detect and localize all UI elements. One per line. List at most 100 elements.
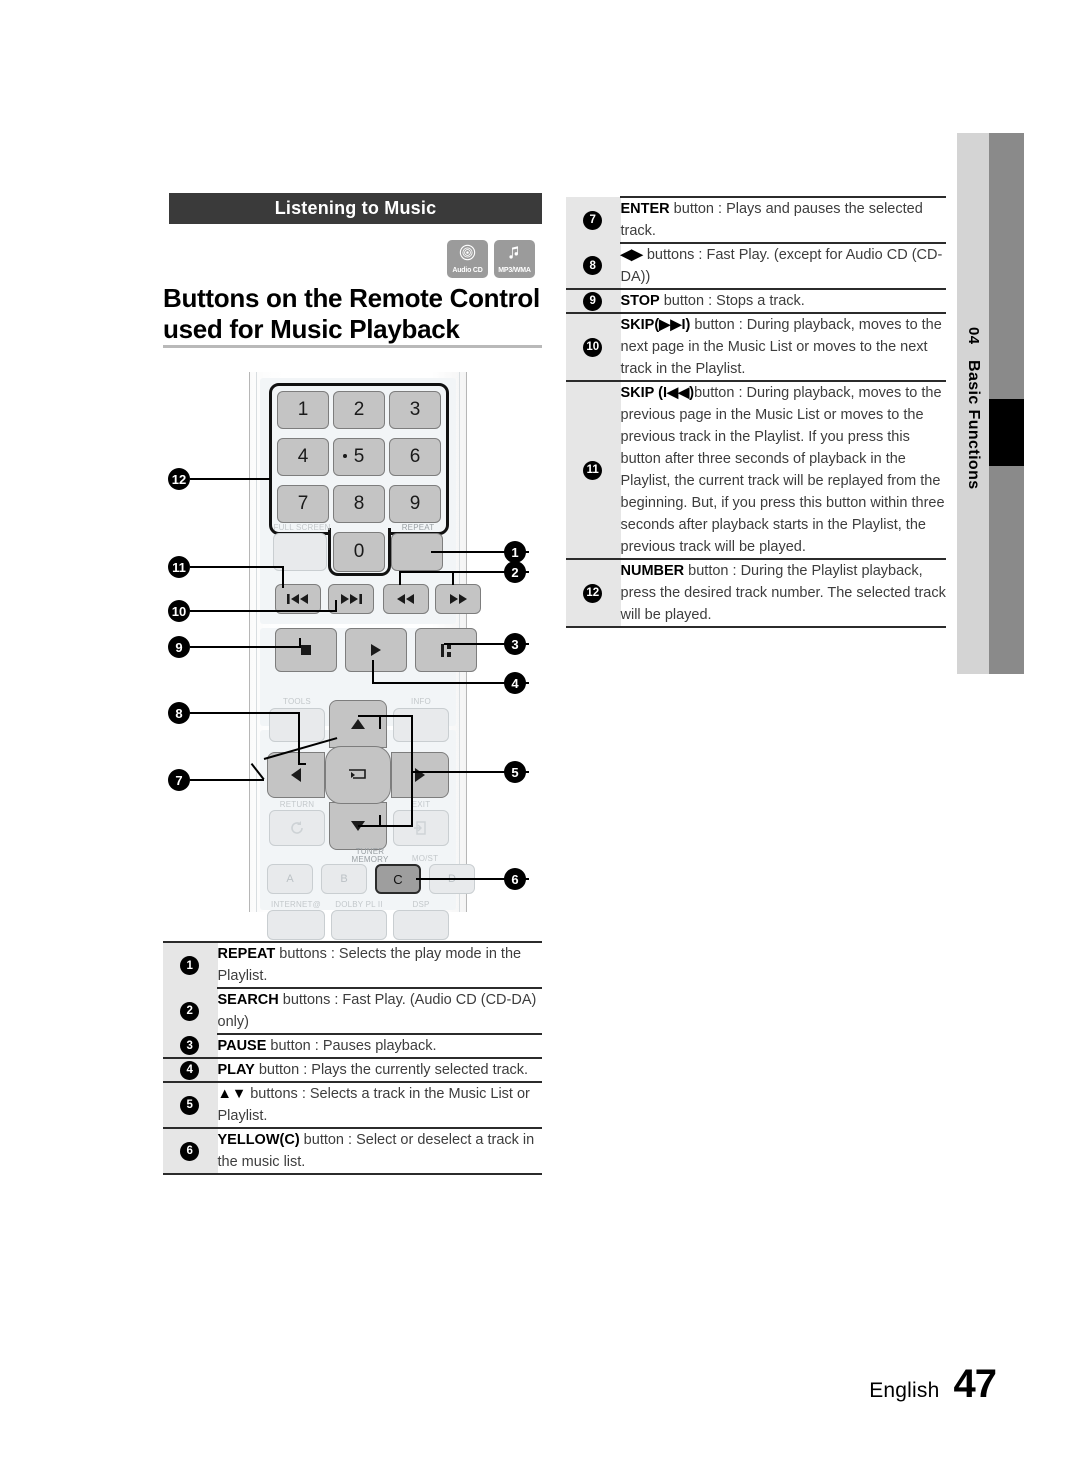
table-row-text-cell: SKIP (I◀◀)button : During playback, move…	[619, 380, 946, 559]
remote-key-6[interactable]: 6	[389, 438, 441, 476]
remote-key-right[interactable]	[391, 752, 449, 798]
remote-key-dsp[interactable]	[393, 910, 449, 940]
remote-key-play[interactable]	[345, 628, 407, 672]
remote-key-enter[interactable]	[325, 746, 391, 804]
remote-key-color-b[interactable]: B	[321, 864, 367, 894]
remote-label-return: RETURN	[279, 800, 315, 809]
remote-key-left[interactable]	[267, 752, 325, 798]
table-row-number-cell: 1	[163, 941, 217, 988]
leader-line-5d	[358, 825, 413, 827]
row-description: buttons : Selects a track in the Music L…	[217, 1086, 530, 1124]
table-row-text-cell: ENTER button : Plays and pauses the sele…	[619, 196, 946, 243]
remote-key-color-a[interactable]: A	[267, 864, 313, 894]
table-row-number-cell: 3	[163, 1034, 217, 1058]
remote-button-table-right-body: 7 ENTER button : Plays and pauses the se…	[566, 196, 946, 628]
stop-icon	[301, 645, 311, 655]
chapter-number: 04	[965, 326, 982, 345]
remote-key-pause[interactable]	[415, 628, 477, 672]
row-callout-5: 5	[180, 1095, 200, 1115]
remote-edge-left-inner	[256, 372, 257, 912]
leader-line-2c	[452, 571, 454, 585]
remote-key-stop[interactable]	[275, 628, 337, 672]
remote-key-exit[interactable]	[393, 810, 449, 846]
row-keyword: PAUSE	[217, 1038, 267, 1054]
remote-key-2[interactable]: 2	[333, 391, 385, 429]
badge-mp3-wma-label: MP3/WMA	[498, 266, 531, 274]
remote-key-9[interactable]: 9	[389, 485, 441, 523]
leader-line-8a	[190, 712, 300, 714]
arrow-up-icon	[351, 719, 365, 729]
remote-label-mo-st: MO/ST	[411, 854, 439, 863]
row-keyword: SKIP (I◀◀)	[620, 385, 695, 401]
remote-key-5[interactable]: 5	[333, 438, 385, 476]
leader-line-4a	[372, 660, 374, 683]
leader-line-9a	[190, 646, 300, 648]
table-row-number-cell: 5	[163, 1081, 217, 1128]
callout-11: 11	[168, 556, 190, 578]
row-description: buttons : Fast Play. (except for Audio C…	[620, 247, 943, 285]
arrow-right-icon	[415, 768, 425, 782]
callout-1: 1	[504, 541, 526, 563]
skip-forward-icon	[341, 594, 362, 604]
remote-label-dsp: DSP	[412, 900, 430, 909]
table-row-text-cell: ◀▶ buttons : Fast Play. (except for Audi…	[619, 242, 946, 289]
exit-icon	[414, 821, 426, 835]
page-title: Buttons on the Remote Control used for M…	[163, 283, 553, 345]
row-callout-2: 2	[180, 1001, 200, 1021]
chapter-sidebar-label: 04 Basic Functions	[957, 133, 989, 674]
remote-label-internet: INTERNET@	[271, 900, 321, 909]
remote-key-dolby[interactable]	[331, 910, 387, 940]
row-keyword: ◀▶	[620, 247, 643, 263]
remote-key-4[interactable]: 4	[277, 438, 329, 476]
remote-key-info[interactable]	[393, 708, 449, 742]
chapter-sidebar-active-marker	[989, 399, 1024, 466]
chapter-sidebar: 04 Basic Functions	[957, 133, 1024, 674]
row-callout-8: 8	[583, 256, 603, 276]
table-row-text-cell: SKIP(▶▶I) button : During playback, move…	[619, 312, 946, 381]
leader-line-10b	[335, 600, 337, 612]
leader-line-8b	[298, 712, 300, 764]
badge-audio-cd: Audio CD	[447, 240, 488, 278]
table-row-text-cell: SEARCH buttons : Fast Play. (Audio CD (C…	[216, 987, 542, 1034]
row-description: button : Stops a track.	[659, 293, 805, 309]
music-note-icon	[506, 244, 523, 266]
table-row-number-cell: 7	[566, 197, 620, 243]
remote-key-3[interactable]: 3	[389, 391, 441, 429]
remote-key-1[interactable]: 1	[277, 391, 329, 429]
table-row: 5 ▲▼ buttons : Selects a track in the Mu…	[163, 1081, 542, 1128]
remote-key-0[interactable]: 0	[333, 532, 385, 572]
row-keyword: SEARCH	[217, 992, 279, 1008]
callout-10: 10	[168, 600, 190, 622]
row-description: button : During playback, moves to the p…	[620, 385, 945, 555]
table-row-number-cell: 12	[566, 558, 620, 628]
remote-button-table-right: 7 ENTER button : Plays and pauses the se…	[566, 196, 946, 628]
table-row: 10 SKIP(▶▶I) button : During playback, m…	[566, 312, 946, 381]
callout-5: 5	[504, 761, 526, 783]
callout-9: 9	[168, 636, 190, 658]
callout-7: 7	[168, 769, 190, 791]
remote-edge-left-outer	[249, 372, 250, 912]
remote-label-exit: EXIT	[411, 800, 431, 809]
table-row: 4 PLAY button : Plays the currently sele…	[163, 1057, 542, 1082]
page-title-line2: used for Music Playback	[163, 314, 460, 344]
remote-key-fast-forward[interactable]	[435, 584, 481, 614]
callout-6: 6	[504, 868, 526, 890]
badge-mp3-wma: MP3/WMA	[494, 240, 535, 278]
leader-line-7a	[190, 779, 264, 781]
leader-line-5f	[379, 815, 381, 827]
return-icon	[291, 821, 303, 834]
remote-label-dolby: DOLBY PL II	[335, 900, 383, 909]
remote-key-return[interactable]	[269, 810, 325, 846]
play-icon	[371, 644, 381, 656]
row-keyword: ▲▼	[217, 1086, 247, 1102]
table-row: 9 STOP button : Stops a track.	[566, 288, 946, 313]
fast-forward-icon	[450, 594, 467, 604]
remote-key-8[interactable]: 8	[333, 485, 385, 523]
remote-key-rewind[interactable]	[383, 584, 429, 614]
rewind-icon	[397, 594, 414, 604]
remote-key-7[interactable]: 7	[277, 485, 329, 523]
remote-key-internet[interactable]	[267, 910, 325, 940]
remote-key-color-c[interactable]: C	[375, 864, 421, 894]
enter-icon	[349, 769, 366, 779]
remote-label-info: INFO	[411, 697, 431, 706]
